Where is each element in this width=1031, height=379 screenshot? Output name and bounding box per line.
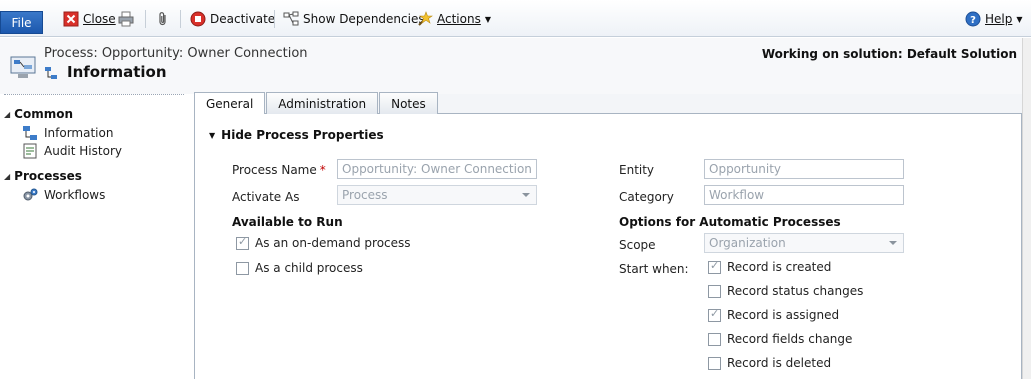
close-icon [63,11,79,27]
toolbar-separator [274,10,275,28]
show-dependencies-button[interactable]: Show Dependencies [283,9,425,29]
solution-label: Working on solution: Default Solution [761,47,1017,61]
nav-divider [4,94,184,95]
chevron-down-icon: ▼ [484,14,491,24]
process-name-label-text: Process Name [232,163,317,177]
on-demand-checkbox[interactable]: As an on-demand process [236,235,411,250]
scope-value: Organization [709,236,786,250]
toolbar-separator [145,10,146,28]
actions-label: Actions [437,12,481,26]
scope-select[interactable]: Organization [704,233,904,253]
tab-administration[interactable]: Administration [266,92,379,114]
process-name-label: Process Name * [232,163,326,177]
record-created-checkbox[interactable]: Record is created [708,259,832,274]
print-button[interactable] [118,9,134,29]
toolbar-separator [180,10,181,28]
workflow-gears-icon [22,187,38,203]
process-icon [22,125,38,141]
chevron-down-icon: ▼ [1016,14,1023,24]
tab-label: General [206,96,254,111]
deactivate-button[interactable]: Deactivate [190,9,275,29]
nav-item-label: Information [44,126,114,140]
close-button[interactable]: Close [63,9,116,29]
collapse-triangle-icon: ◢ [4,109,11,119]
deactivate-icon [190,11,206,27]
nav-item-audit-history[interactable]: Audit History [22,143,122,159]
tab-label: Administration [278,96,367,111]
record-deleted-checkbox[interactable]: Record is deleted [708,356,831,370]
checkbox-label: Record is deleted [727,356,832,370]
actions-menu-button[interactable]: Actions ▼ [417,9,491,29]
entity-field[interactable]: Opportunity [704,159,904,179]
category-field[interactable]: Workflow [704,185,904,205]
checkbox-label: As an on-demand process [255,236,411,250]
audit-history-icon [22,143,38,159]
paperclip-icon [155,11,171,27]
nav-item-label: Audit History [44,144,122,158]
process-entity-icon [10,56,36,80]
actions-icon [417,11,433,27]
printer-icon [118,11,134,27]
help-button[interactable]: ? Help ▼ [965,9,1023,29]
scope-label: Scope [619,238,656,252]
help-label: Help [985,12,1013,26]
nav-group-processes[interactable]: ◢ Processes [4,169,82,183]
checkbox-box [708,332,721,346]
nav-item-information[interactable]: Information [22,125,113,141]
activate-as-select[interactable]: Process [337,185,537,205]
checkbox-box [236,235,249,250]
chevron-down-icon [522,193,530,197]
nav-item-label: Workflows [44,188,106,202]
attach-button[interactable] [155,9,171,29]
entity-label: Entity [619,163,655,177]
checkbox-box [708,259,721,274]
nav-item-workflows[interactable]: Workflows [22,187,105,203]
svg-text:?: ? [970,15,976,26]
file-button-label: File [11,15,32,30]
checkbox-box [708,284,721,298]
process-icon [44,66,58,80]
page-title: Information [67,63,167,81]
close-label: Close [83,12,116,26]
help-icon: ? [965,11,981,27]
form-tabs: General Administration Notes [194,92,439,114]
category-label: Category [619,190,674,204]
child-process-checkbox[interactable]: As a child process [236,261,363,275]
chevron-down-icon [889,241,897,245]
checkbox-label: Record is assigned [727,308,840,322]
nav-group-label: Processes [14,169,82,183]
section-title: Hide Process Properties [221,128,384,142]
vertical-scrollbar[interactable] [1022,38,1031,379]
record-fields-change-checkbox[interactable]: Record fields change [708,332,852,346]
tab-label: Notes [391,96,426,111]
collapse-triangle-icon: ◢ [4,171,11,181]
checkbox-label: Record fields change [727,332,853,346]
checkbox-box [708,356,721,370]
checkbox-box [236,261,249,275]
checkbox-box [708,307,721,322]
process-name-header: Process: Opportunity: Owner Connection [44,46,308,61]
tab-notes[interactable]: Notes [379,92,438,114]
automatic-options-label: Options for Automatic Processes [619,215,841,229]
tab-general[interactable]: General [194,92,266,114]
record-assigned-checkbox[interactable]: Record is assigned [708,307,840,322]
file-button[interactable]: File [0,11,43,34]
checkbox-label: Record is created [727,260,832,274]
activate-as-label: Activate As [232,190,300,204]
checkbox-label: As a child process [255,261,363,275]
record-status-changes-checkbox[interactable]: Record status changes [708,284,863,298]
nav-group-label: Common [14,107,74,121]
nav-group-common[interactable]: ◢ Common [4,107,73,121]
show-dependencies-label: Show Dependencies [303,12,425,26]
expand-triangle-icon: ▼ [209,130,216,140]
dependencies-icon [283,11,299,27]
process-name-field[interactable]: Opportunity: Owner Connection [337,159,537,179]
checkbox-label: Record status changes [727,284,864,298]
hide-process-properties-toggle[interactable]: ▼ Hide Process Properties [209,128,384,142]
required-mark: * [319,163,326,177]
activate-as-value: Process [342,188,388,202]
deactivate-label: Deactivate [210,12,276,26]
available-to-run-label: Available to Run [232,215,343,229]
start-when-label: Start when: [619,262,689,276]
